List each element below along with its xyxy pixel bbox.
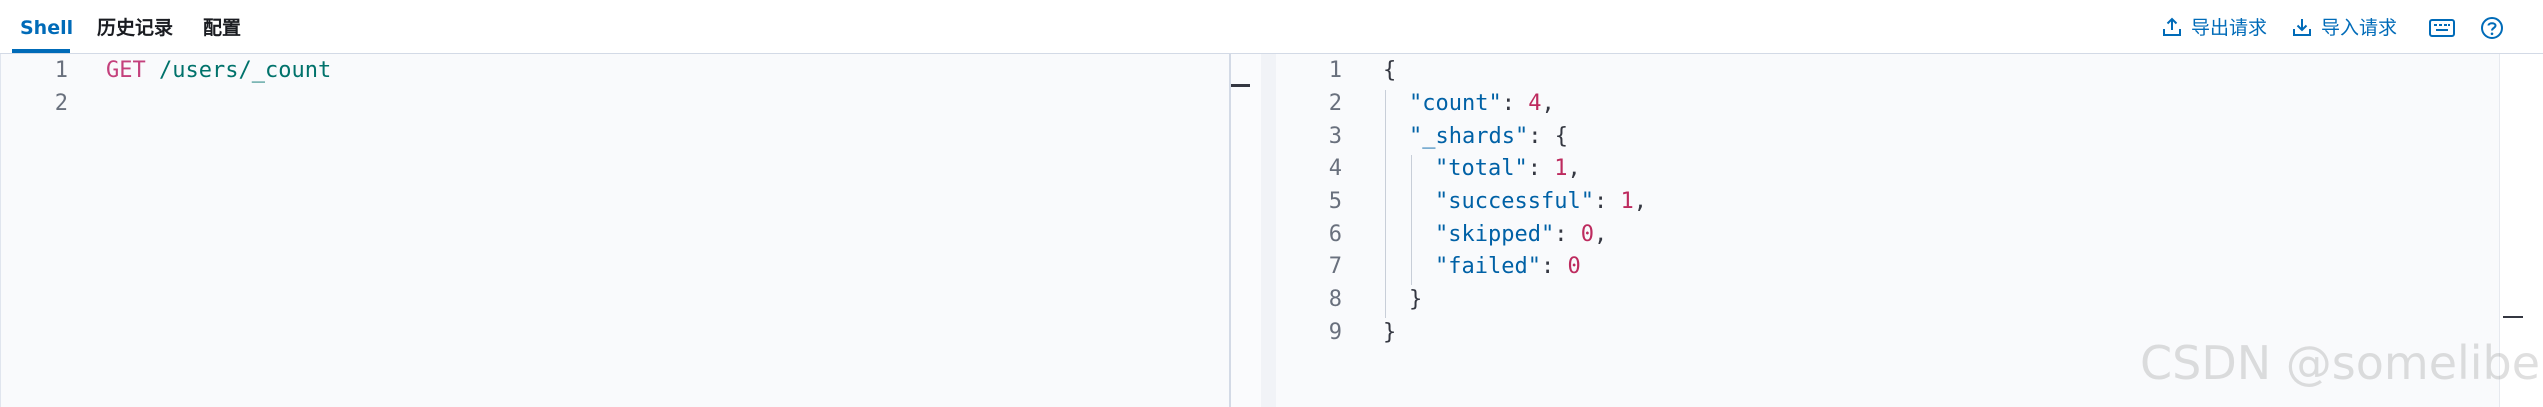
json-number: 4 <box>1528 91 1542 116</box>
resize-marker <box>1231 84 1250 87</box>
json-key: "failed" <box>1435 254 1541 279</box>
response-line-number: 8 <box>1328 287 1342 312</box>
response-line-number: 6 <box>1328 222 1342 247</box>
indent-guide <box>1411 155 1412 285</box>
request-editor[interactable] <box>0 54 1229 407</box>
scroll-marker <box>2503 316 2523 318</box>
response-line: { <box>1383 58 1397 83</box>
json-key: "_shards" <box>1409 124 1529 149</box>
export-requests-button[interactable]: 导出请求 <box>2161 14 2267 42</box>
response-line: "_shards": { <box>1409 124 1568 149</box>
json-number: 0 <box>1567 254 1581 279</box>
request-line-number: 1 <box>54 58 68 83</box>
download-icon <box>2293 19 2311 36</box>
response-line: "successful": 1, <box>1435 189 1647 214</box>
import-requests-label: 导入请求 <box>2321 17 2398 39</box>
response-line-number: 5 <box>1328 189 1342 214</box>
response-line: "total": 1, <box>1435 156 1581 181</box>
response-line: "failed": 0 <box>1435 254 1581 279</box>
response-line-number: 4 <box>1328 156 1342 181</box>
request-line-number: 2 <box>54 91 68 116</box>
response-line-number: 7 <box>1328 254 1342 279</box>
json-number: 1 <box>1554 156 1568 181</box>
request-method: GET <box>106 58 146 83</box>
json-key: "count" <box>1409 91 1502 116</box>
response-gutter-shade <box>1261 54 1276 407</box>
export-requests-label: 导出请求 <box>2191 17 2268 39</box>
response-line-number: 1 <box>1328 58 1342 83</box>
response-line: "skipped": 0, <box>1435 222 1608 247</box>
response-line: "count": 4, <box>1409 91 1555 116</box>
tab-shell[interactable]: Shell <box>20 0 73 53</box>
upload-icon <box>2163 17 2181 36</box>
import-requests-button[interactable]: 导入请求 <box>2291 14 2397 42</box>
json-number: 0 <box>1580 222 1594 247</box>
indent-guide <box>1385 90 1386 318</box>
console-toolbar: Shell 历史记录 配置 导出请求 导入请求 <box>0 0 2543 54</box>
response-line-number: 9 <box>1328 320 1342 345</box>
request-path: /users/_count <box>159 58 332 83</box>
pane-resize-handle[interactable] <box>1231 54 1261 407</box>
response-line: } <box>1383 320 1397 345</box>
response-line: } <box>1409 287 1423 312</box>
json-number: 1 <box>1620 189 1634 214</box>
tab-settings[interactable]: 配置 <box>203 0 241 53</box>
response-scrollbar[interactable] <box>2499 54 2543 407</box>
active-tab-indicator <box>12 49 70 53</box>
response-line-number: 3 <box>1328 124 1342 149</box>
json-key: "total" <box>1435 156 1528 181</box>
json-key: "successful" <box>1435 189 1594 214</box>
tab-history[interactable]: 历史记录 <box>97 0 173 53</box>
request-line[interactable]: GET /users/_count <box>106 55 331 87</box>
json-key: "skipped" <box>1435 222 1555 247</box>
keyboard-icon[interactable] <box>2428 14 2456 42</box>
response-line-number: 2 <box>1328 91 1342 116</box>
help-icon[interactable] <box>2478 14 2506 42</box>
